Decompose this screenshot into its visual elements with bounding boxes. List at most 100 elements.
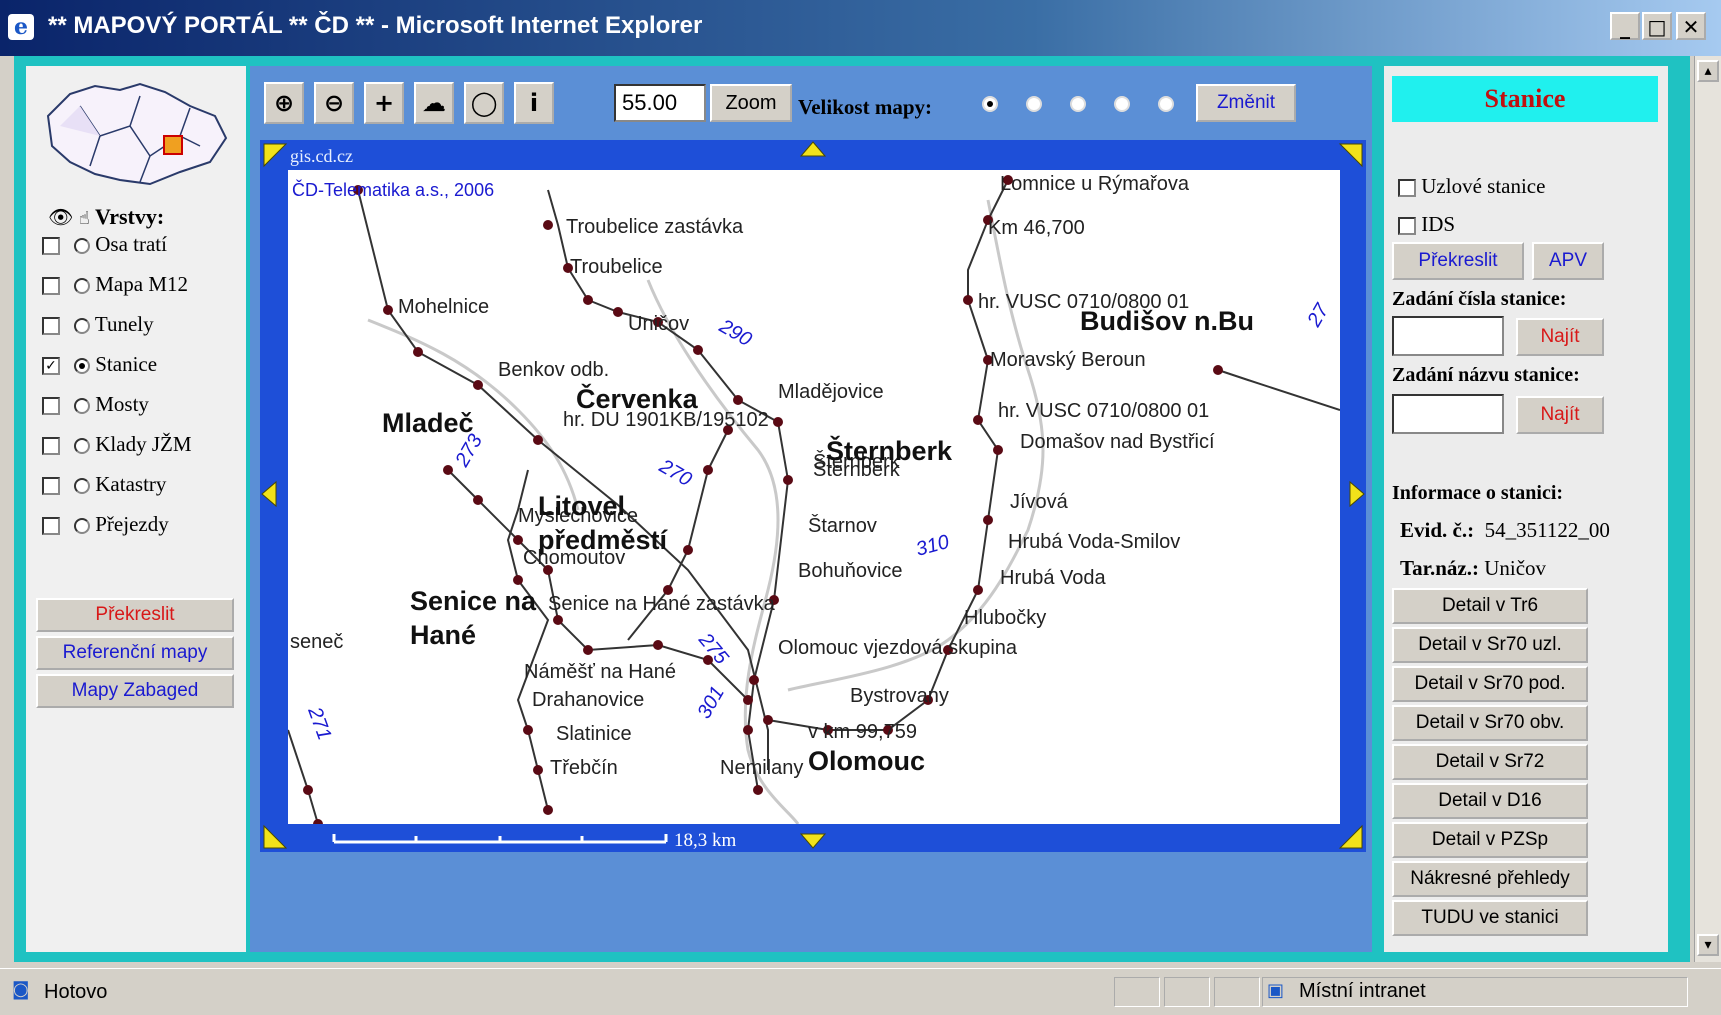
layer-active-radio[interactable] [74, 318, 90, 335]
zoom-input[interactable]: 55.00 [614, 84, 706, 122]
layer-visible-checkbox[interactable] [42, 277, 60, 296]
station-label[interactable]: Troubelice zastávka [566, 216, 744, 238]
layer-visible-checkbox[interactable] [42, 437, 60, 456]
find-by-number-button[interactable]: Najít [1516, 318, 1604, 356]
ids-checkbox[interactable] [1398, 217, 1416, 236]
station-label[interactable]: Štarnov [808, 514, 877, 537]
change-size-button[interactable]: Změnit [1196, 84, 1296, 122]
map-size-radio[interactable] [1070, 96, 1086, 112]
station-label[interactable]: Třebčín [550, 757, 618, 779]
station-label[interactable]: Mohelnice [398, 296, 489, 318]
uzlove-checkbox[interactable] [1398, 179, 1416, 198]
station-dot[interactable] [783, 475, 793, 485]
station-label[interactable]: Troubelice [570, 256, 663, 278]
scroll-up-icon[interactable]: ▴ [1697, 60, 1719, 82]
station-label[interactable]: v km 99,759 [808, 721, 917, 743]
station-label[interactable]: Hrubá Voda-Smilov [1008, 531, 1180, 553]
apv-button[interactable]: APV [1532, 242, 1604, 280]
detail-button[interactable]: Detail v Sr70 uzl. [1392, 627, 1588, 663]
layer-active-radio[interactable] [74, 278, 90, 295]
station-label[interactable]: Drahanovice [532, 689, 644, 711]
detail-button[interactable]: Detail v Sr70 pod. [1392, 666, 1588, 702]
detail-button[interactable]: Detail v PZSp [1392, 822, 1588, 858]
minimize-button[interactable]: _ [1610, 12, 1640, 40]
map-size-radio[interactable] [1114, 96, 1130, 112]
station-dot[interactable] [473, 380, 483, 390]
map-canvas[interactable]: 290 273 270 275 301 310 271 27 Troubelice zastá… [288, 170, 1340, 824]
layer-visible-checkbox[interactable]: ✓ [42, 357, 60, 376]
layer-active-radio[interactable] [74, 518, 90, 535]
station-label[interactable]: Bystrovany [850, 685, 949, 707]
station-dot[interactable] [613, 307, 623, 317]
station-dot[interactable] [683, 545, 693, 555]
detail-button[interactable]: Detail v Tr6 [1392, 588, 1588, 624]
station-label[interactable]: Hrubá Voda [1000, 567, 1107, 589]
detail-button[interactable]: Nákresné přehledy [1392, 861, 1588, 897]
detail-button[interactable]: Detail v Sr72 [1392, 744, 1588, 780]
station-label[interactable]: Bohuňovice [798, 560, 903, 582]
station-dot[interactable] [543, 220, 553, 230]
map-size-radio[interactable] [1158, 96, 1174, 112]
station-dot[interactable] [693, 345, 703, 355]
station-label[interactable]: Hlubočky [964, 607, 1046, 629]
station-label[interactable]: Jívová [1010, 491, 1069, 513]
info-icon[interactable]: i [514, 82, 554, 124]
maximize-button[interactable]: □ [1642, 12, 1672, 40]
reference-maps-button[interactable]: Referenční mapy [36, 636, 234, 670]
zoom-window-icon[interactable]: ◯ [464, 82, 504, 124]
station-dot[interactable] [743, 695, 753, 705]
station-dot[interactable] [653, 640, 663, 650]
layer-row[interactable]: ✓ Stanice [42, 352, 157, 384]
layer-row[interactable]: Přejezdy [42, 512, 169, 544]
layer-visible-checkbox[interactable] [42, 477, 60, 496]
layer-row[interactable]: Mosty [42, 392, 149, 424]
find-by-name-button[interactable]: Najít [1516, 396, 1604, 434]
station-dot[interactable] [733, 395, 743, 405]
station-dot[interactable] [973, 415, 983, 425]
station-label[interactable]: Nemilany [720, 757, 803, 779]
zoom-out-icon[interactable]: ⊖ [314, 82, 354, 124]
layer-active-radio[interactable] [74, 238, 90, 255]
map-size-radio[interactable] [1026, 96, 1042, 112]
layer-visible-checkbox[interactable] [42, 237, 60, 256]
station-dot[interactable] [963, 295, 973, 305]
detail-button[interactable]: Detail v Sr70 obv. [1392, 705, 1588, 741]
redraw-button[interactable]: Překreslit [36, 598, 234, 632]
station-label[interactable]: Lomnice u Rýmařova [1000, 173, 1190, 195]
station-redraw-button[interactable]: Překreslit [1392, 242, 1524, 280]
station-label[interactable]: hr. VUSC 0710/0800 01 [998, 400, 1209, 422]
station-label[interactable]: Uničov [628, 313, 689, 335]
layer-visible-checkbox[interactable] [42, 317, 60, 336]
zabaged-maps-button[interactable]: Mapy Zabaged [36, 674, 234, 708]
station-dot[interactable] [313, 819, 323, 824]
uzlove-option[interactable]: Uzlové stanice [1398, 174, 1545, 199]
station-dot[interactable] [543, 805, 553, 815]
station-dot[interactable] [413, 347, 423, 357]
station-label[interactable]: Senice na Hané zastávka [548, 593, 776, 615]
station-label[interactable]: Benkov odb. [498, 359, 609, 381]
station-label[interactable]: Km 46,700 [988, 217, 1085, 239]
station-dot[interactable] [773, 417, 783, 427]
layer-active-radio[interactable] [74, 358, 90, 375]
station-dot[interactable] [749, 675, 759, 685]
station-dot[interactable] [443, 465, 453, 475]
station-dot[interactable] [303, 785, 313, 795]
station-dot[interactable] [583, 295, 593, 305]
station-dot[interactable] [533, 765, 543, 775]
station-label[interactable]: seneč [290, 631, 343, 653]
scroll-down-icon[interactable]: ▾ [1697, 934, 1719, 956]
station-label[interactable]: Náměšť na Hané [524, 661, 676, 683]
station-dot[interactable] [583, 645, 593, 655]
station-dot[interactable] [513, 575, 523, 585]
layer-row[interactable]: Osa tratí [42, 232, 167, 264]
layer-active-radio[interactable] [74, 478, 90, 495]
station-label[interactable]: Olomouc vjezdová skupina [778, 637, 1018, 659]
layer-row[interactable]: Mapa M12 [42, 272, 188, 304]
station-dot[interactable] [703, 465, 713, 475]
zoom-button[interactable]: Zoom [710, 84, 792, 122]
station-dot[interactable] [553, 615, 563, 625]
station-dot[interactable] [993, 445, 1003, 455]
pan-icon[interactable]: + [364, 82, 404, 124]
station-label[interactable]: Domašov nad Bystřicí [1020, 431, 1215, 453]
station-dot[interactable] [763, 715, 773, 725]
